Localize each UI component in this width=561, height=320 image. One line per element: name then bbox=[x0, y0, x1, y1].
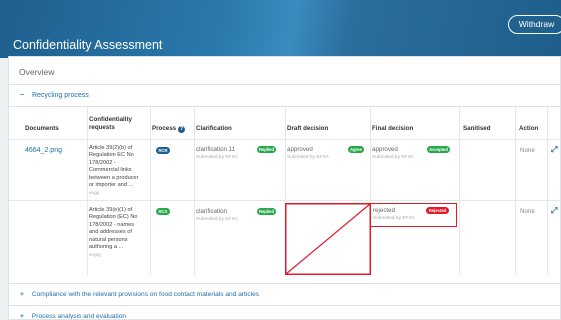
question-circle-icon[interactable]: ? bbox=[178, 126, 186, 133]
column-divider bbox=[547, 107, 548, 275]
withdraw-button[interactable]: Withdraw bbox=[508, 15, 561, 34]
process-badge: RCA bbox=[156, 208, 170, 215]
request-sub: engp bbox=[89, 190, 100, 196]
process-analysis-section-toggle[interactable]: + Process analysis and evaluation bbox=[9, 305, 560, 320]
column-divider bbox=[150, 107, 151, 275]
column-divider bbox=[515, 107, 516, 275]
final-decision-text: approved bbox=[372, 146, 398, 153]
column-divider bbox=[87, 107, 88, 275]
page-title: Confidentiality Assessment bbox=[13, 38, 163, 52]
final-decision-sub: Submitted by EFSA bbox=[373, 216, 415, 221]
clarification-text: clarification bbox=[196, 208, 227, 215]
empty-slash bbox=[285, 203, 371, 275]
clarification-badge: Replied bbox=[257, 208, 276, 215]
final-decision-badge: Rejected bbox=[426, 207, 449, 214]
clarification-sub: Submitted by EFSA bbox=[196, 155, 238, 160]
recycling-process-toggle[interactable]: − Recycling process bbox=[9, 85, 560, 107]
draft-decision-badge: Agree bbox=[348, 146, 364, 153]
diagonal-arrows-icon[interactable]: ⤢ bbox=[551, 145, 557, 155]
draft-decision-text: approved bbox=[287, 146, 313, 153]
row-divider bbox=[9, 200, 560, 201]
header-clarification: Clarification bbox=[196, 125, 232, 132]
header-confidentiality-requests: Confidentiality requests bbox=[89, 116, 132, 131]
header-action: Action bbox=[519, 125, 539, 132]
collapse-icon: − bbox=[20, 92, 25, 99]
clarification-badge: Replied bbox=[257, 146, 276, 153]
header-sanitised: Sanitised bbox=[463, 125, 491, 132]
section-label: Recycling process bbox=[31, 92, 89, 99]
final-decision-badge: Accepted bbox=[427, 146, 450, 153]
process-badge: RCR bbox=[156, 147, 170, 154]
header-process: Process? bbox=[152, 125, 186, 133]
expand-icon: + bbox=[20, 313, 24, 320]
action-value: None bbox=[520, 147, 535, 154]
request-sub: engrg bbox=[89, 252, 101, 258]
action-value: None bbox=[520, 208, 535, 215]
overview-heading: Overview bbox=[9, 57, 560, 85]
header-final-decision: Final decision bbox=[372, 125, 414, 132]
clarification-sub: Submitted by EFSA bbox=[196, 217, 238, 222]
request-text: Article 39(2)(b) of Regulation EC No 178… bbox=[89, 145, 144, 198]
section-label: Process analysis and evaluation bbox=[31, 313, 127, 320]
header-documents: Documents bbox=[25, 125, 59, 132]
confidentiality-table: Documents Confidentiality requests Proce… bbox=[9, 107, 560, 275]
request-description: Article 39(2)(b) of Regulation EC No 178… bbox=[89, 145, 139, 189]
draft-decision-sub: Submitted by EFSA bbox=[287, 155, 329, 160]
column-divider bbox=[459, 107, 460, 275]
compliance-section-toggle[interactable]: + Compliance with the relevant provision… bbox=[9, 283, 560, 305]
diagonal-arrows-icon[interactable]: ⤢ bbox=[551, 206, 557, 216]
header-process-label: Process bbox=[152, 125, 177, 132]
assessment-card: Overview − Recycling process Documents C… bbox=[8, 56, 561, 320]
request-description: Article 39(e)(1) of Regulation (EC) No 1… bbox=[89, 207, 138, 251]
request-text: Article 39(e)(1) of Regulation (EC) No 1… bbox=[89, 207, 144, 260]
clarification-text: clarification 11 bbox=[196, 146, 236, 153]
header-draft-decision: Draft decision bbox=[287, 125, 329, 132]
document-link[interactable]: 4664_2.png bbox=[25, 147, 62, 154]
final-decision-text: rejected bbox=[373, 207, 396, 214]
header-divider bbox=[9, 139, 560, 140]
column-divider bbox=[194, 107, 195, 275]
final-decision-sub: Submitted by EFSA bbox=[372, 155, 414, 160]
page-header: Confidentiality Assessment Withdraw bbox=[0, 0, 561, 58]
expand-icon: + bbox=[20, 291, 24, 298]
section-label: Compliance with the relevant provisions … bbox=[31, 291, 260, 298]
draft-decision-empty-highlight bbox=[285, 203, 371, 275]
